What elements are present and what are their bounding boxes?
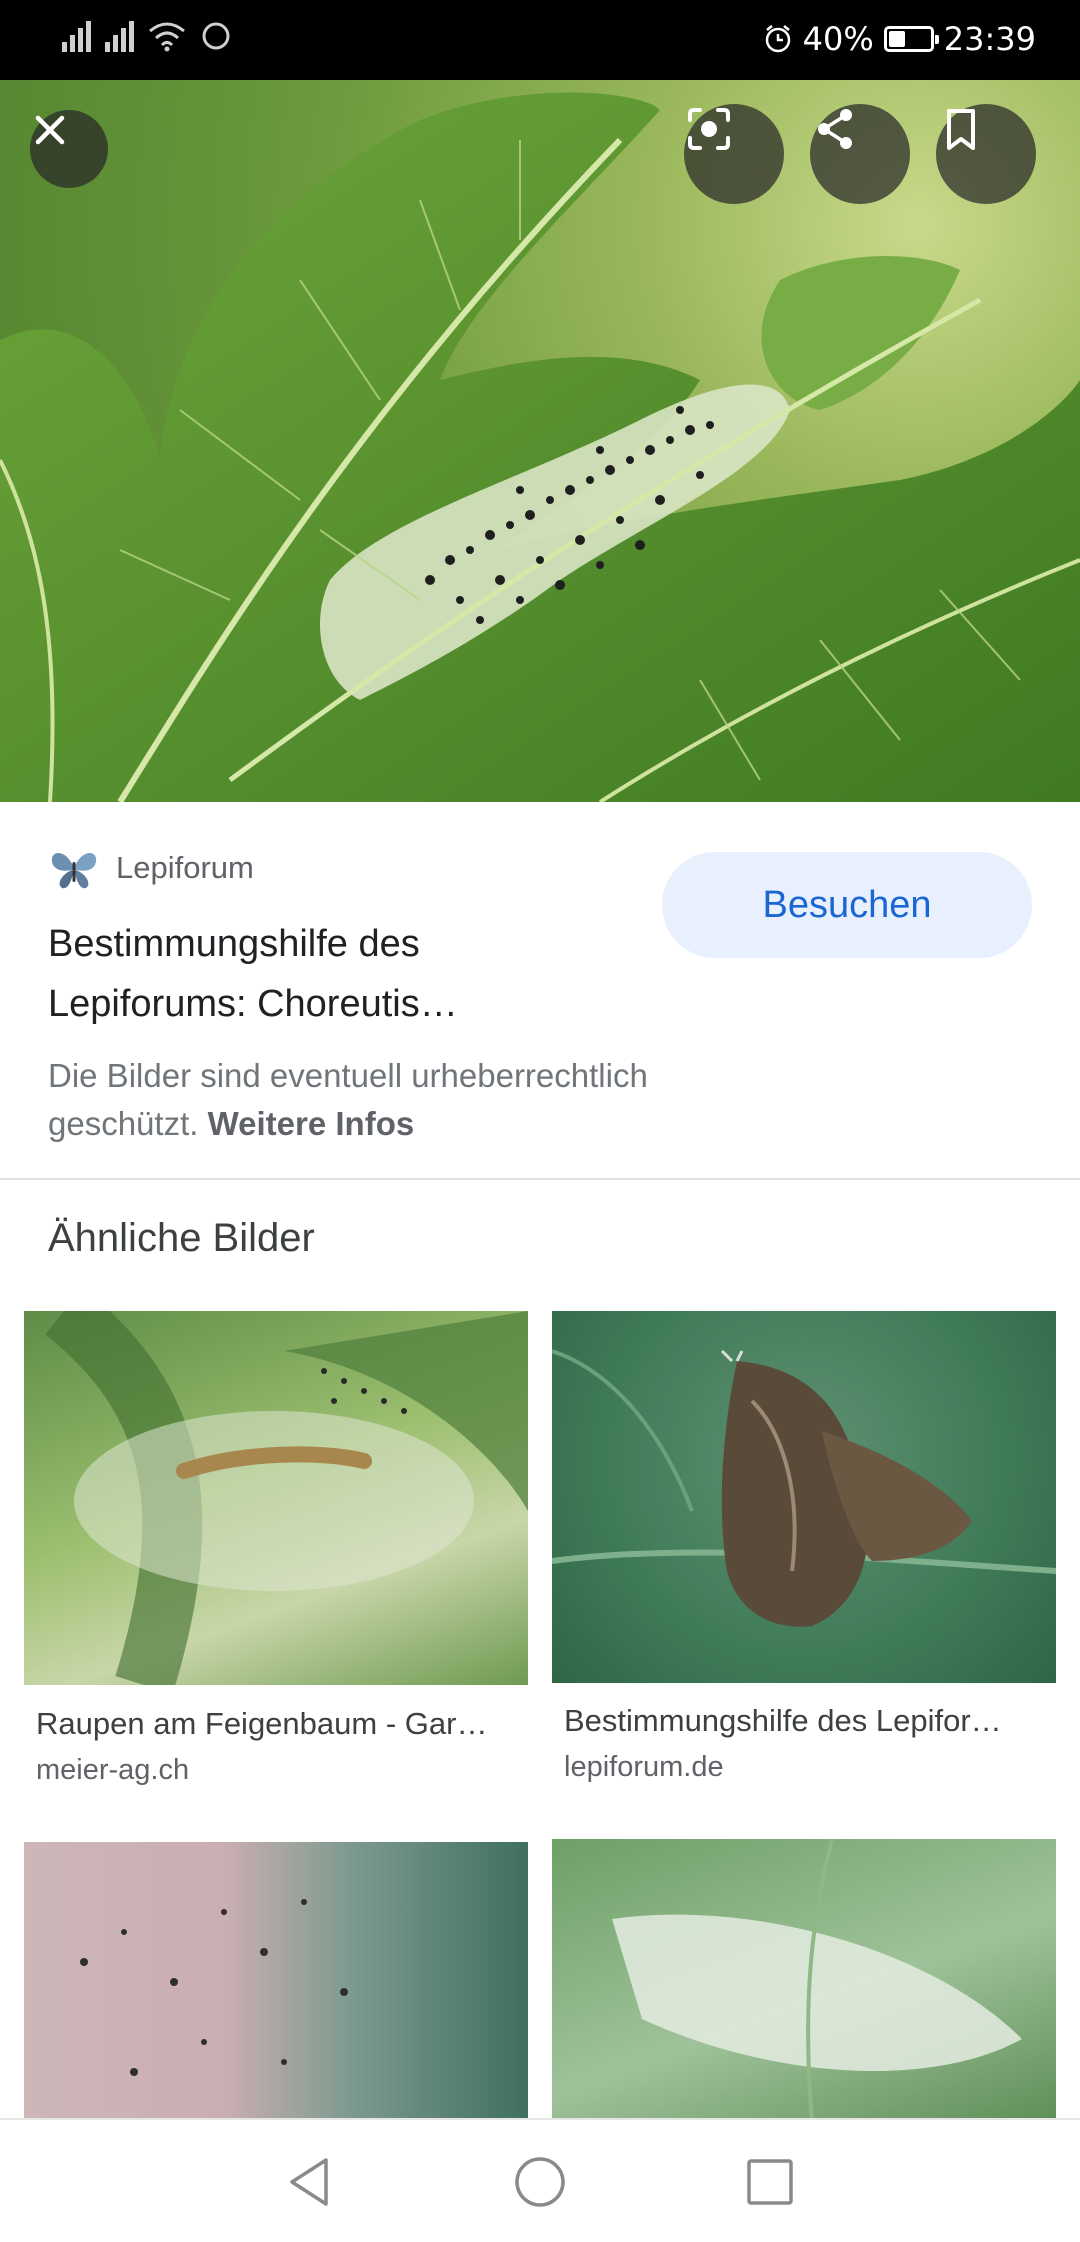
battery-level — [888, 31, 905, 47]
share-button[interactable] — [810, 104, 910, 204]
fig-leaf-image — [0, 92, 1080, 802]
sync-icon — [202, 22, 230, 50]
signal-icon — [105, 18, 134, 52]
status-right: 40% 23:39 — [763, 20, 1036, 58]
result-title[interactable]: Bestimmungshilfe des Lepiforums: Choreut… — [48, 914, 608, 1034]
wifi-icon — [149, 22, 185, 52]
similar-images-heading: Ähnliche Bilder — [48, 1216, 315, 1260]
navigation-bar — [0, 2118, 1080, 2242]
more-info-link[interactable]: Weitere Infos — [208, 1105, 415, 1142]
alarm-icon — [765, 25, 790, 53]
main-image[interactable] — [0, 80, 1080, 802]
share-icon — [818, 109, 852, 149]
clock: 23:39 — [943, 20, 1036, 58]
signal-icon — [62, 18, 91, 52]
status-bar: 40% 23:39 — [0, 0, 1080, 80]
copyright-notice: Die Bilder sind eventuell urheberrechtli… — [48, 1052, 788, 1148]
visit-button[interactable]: Besuchen — [662, 852, 1032, 958]
image-info-panel: Lepiforum Bestimmungshilfe des Lepiforum… — [0, 802, 1080, 1180]
lens-button[interactable] — [684, 104, 784, 204]
similar-domain-2: lepiforum.de — [564, 1751, 724, 1783]
similar-image-2[interactable] — [552, 1311, 1056, 1683]
recents-icon[interactable] — [746, 2158, 794, 2206]
source-name[interactable]: Lepiforum — [116, 850, 254, 886]
lens-icon — [688, 108, 730, 150]
battery-percent: 40% — [802, 20, 874, 58]
bookmark-button[interactable] — [936, 104, 1036, 204]
similar-domain-1: meier-ag.ch — [36, 1754, 190, 1786]
battery-icon — [883, 26, 939, 52]
moth-image — [552, 1349, 1056, 1627]
close-icon — [35, 115, 65, 145]
similar-image-3[interactable] — [24, 1842, 528, 2122]
bookmark-icon — [947, 109, 975, 150]
web-leaf-image — [612, 1839, 1022, 2122]
caterpillar-image — [45, 1311, 528, 1685]
source-row[interactable]: Lepiforum — [48, 844, 254, 892]
status-left-icons — [62, 18, 232, 52]
close-button[interactable] — [30, 110, 108, 188]
leaf-mine-image — [80, 1899, 348, 2076]
similar-image-1[interactable] — [24, 1311, 528, 1685]
home-icon[interactable] — [514, 2156, 566, 2208]
similar-image-4[interactable] — [552, 1839, 1056, 2122]
butterfly-icon — [51, 852, 97, 889]
back-icon[interactable] — [286, 2156, 334, 2208]
similar-title-1[interactable]: Raupen am Feigenbaum - Gar… — [36, 1706, 516, 1742]
similar-title-2[interactable]: Bestimmungshilfe des Lepifor… — [564, 1703, 1044, 1739]
